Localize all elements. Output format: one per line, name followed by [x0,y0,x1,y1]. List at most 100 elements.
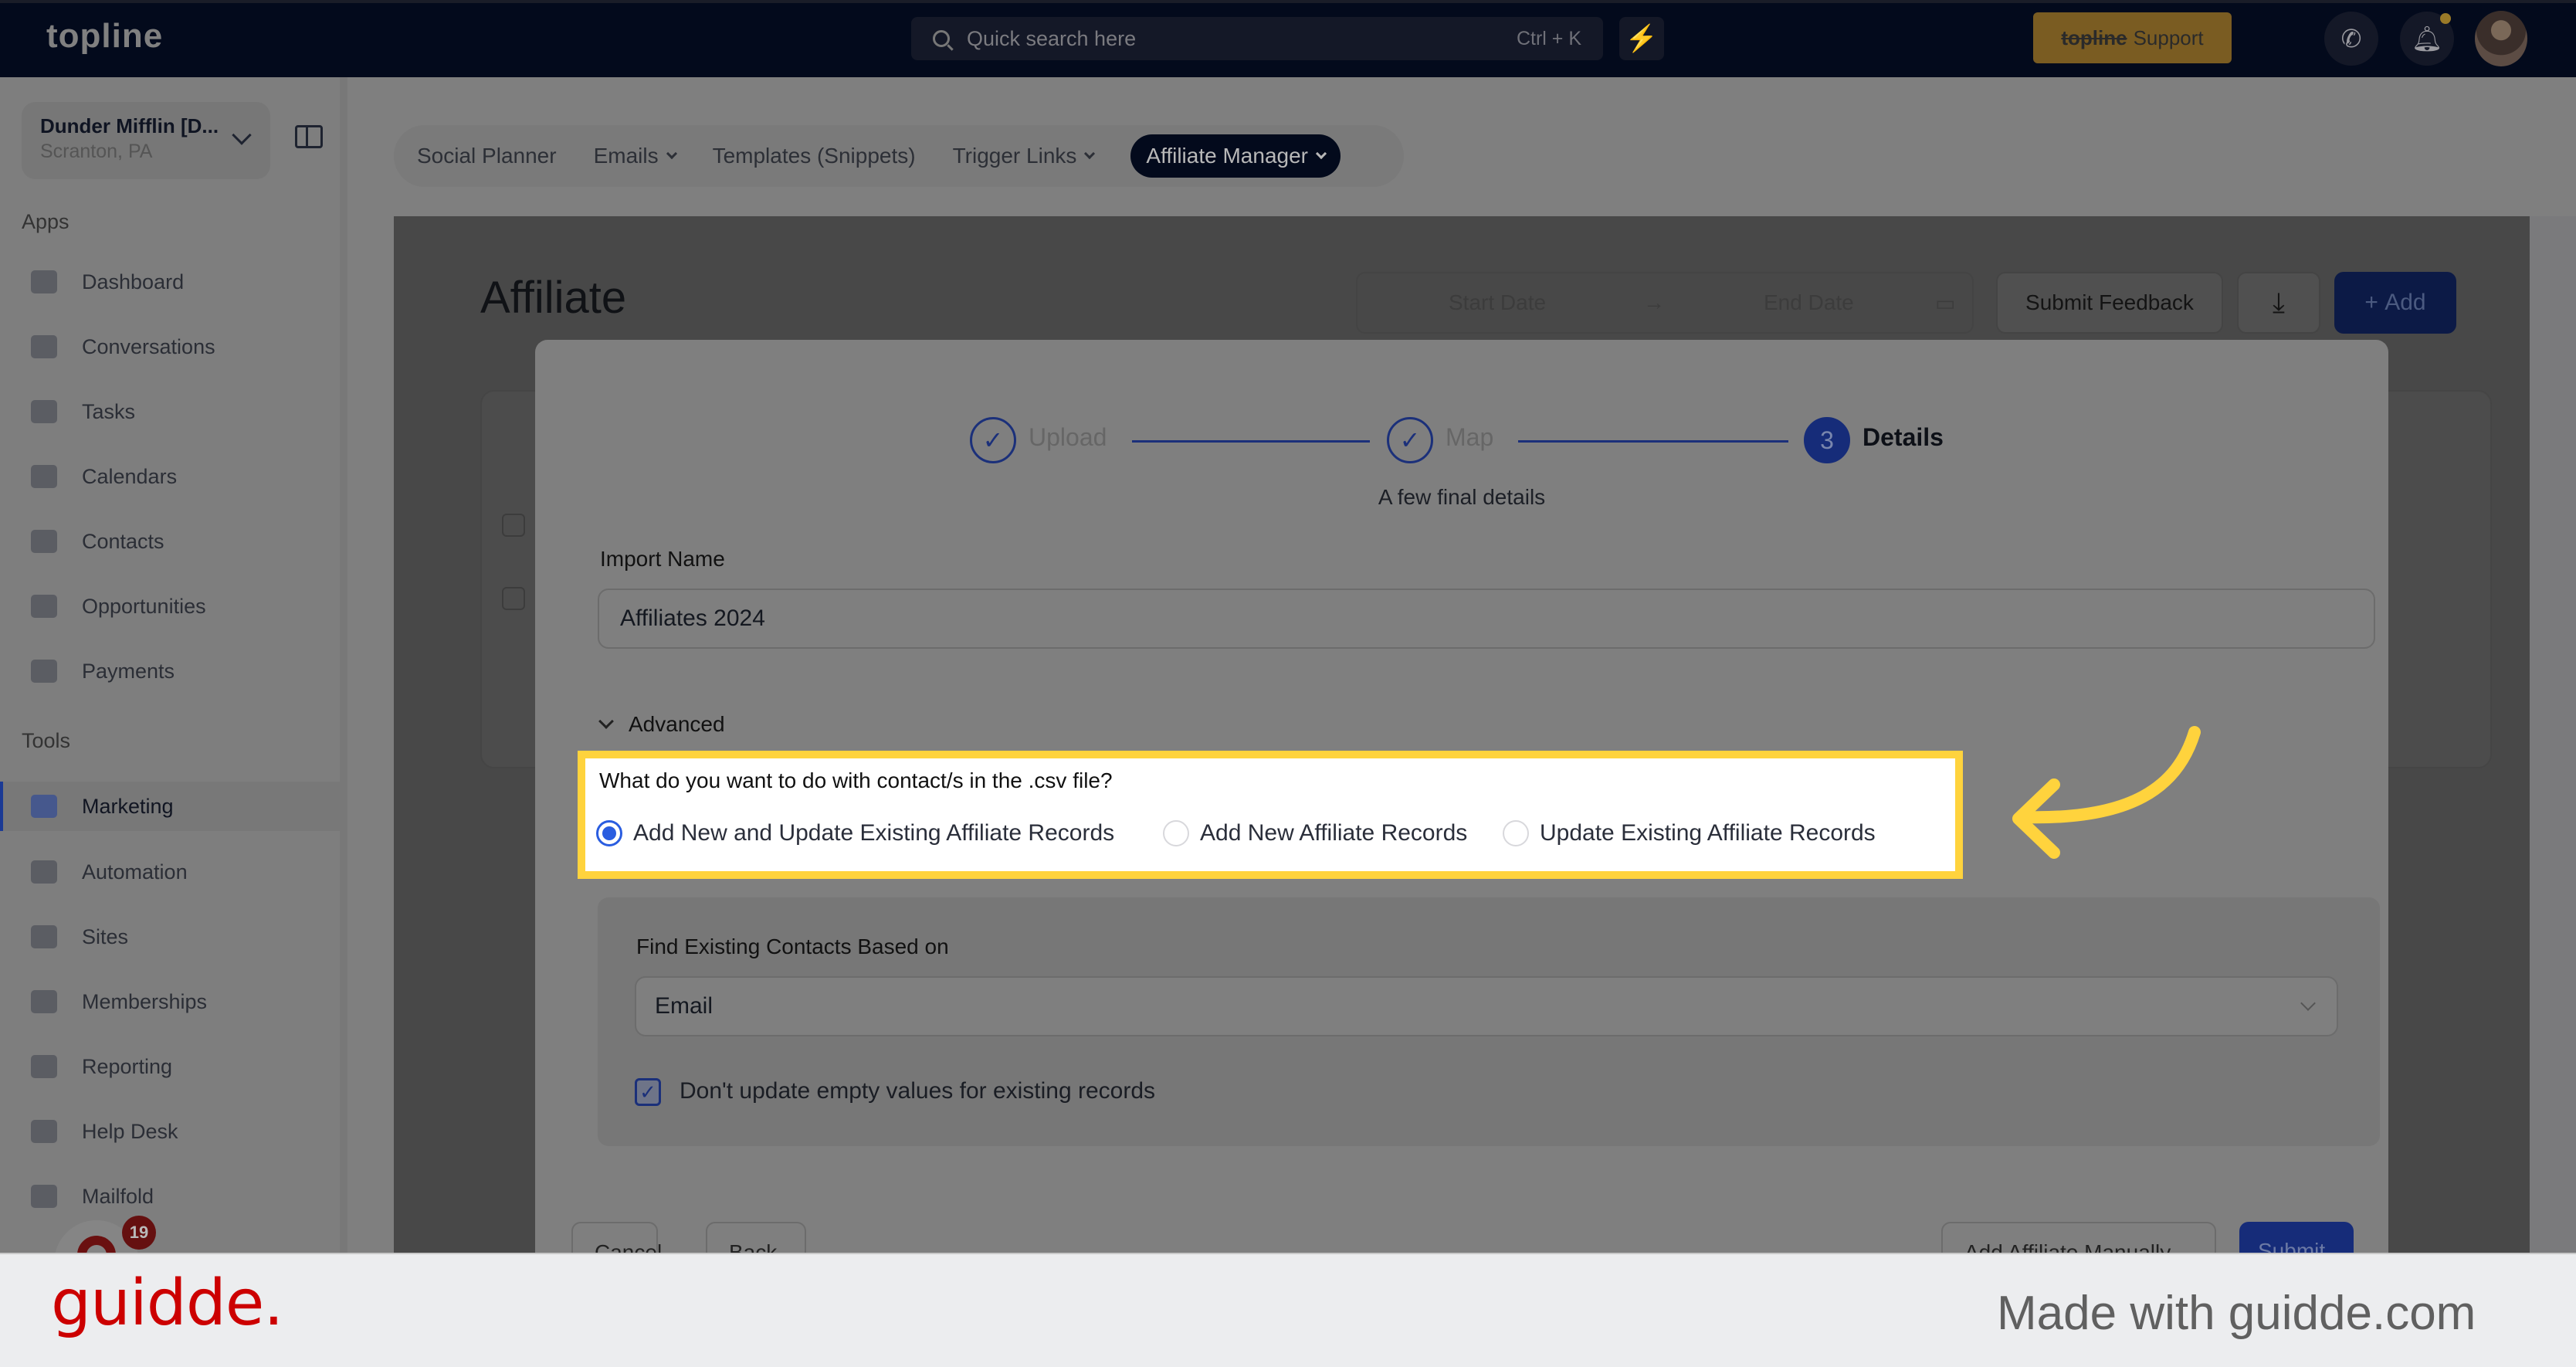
sidebar-item-contacts[interactable]: Contacts [0,517,347,566]
radio-label: Add New Affiliate Records [1200,820,1468,846]
tab-label: Trigger Links [952,144,1077,168]
sidebar-item-automation[interactable]: Automation [0,847,347,897]
megaphone-icon [31,795,57,818]
step-details-number: 3 [1804,417,1850,463]
import-mode-question: What do you want to do with contact/s in… [599,768,1113,792]
sidebar-toggle-icon[interactable] [295,125,323,148]
sidebar-item-payments[interactable]: Payments [0,646,347,696]
end-date-input[interactable]: End Date [1764,290,1854,315]
radio-add-and-update[interactable]: Add New and Update Existing Affiliate Re… [596,820,1114,846]
widget-badge: 19 [122,1216,156,1250]
add-button[interactable]: + Add [2334,272,2456,334]
globe-icon [31,925,57,948]
dont-update-empty-checkbox[interactable]: ✓ [635,1078,661,1106]
find-contacts-label: Find Existing Contacts Based on [636,935,949,958]
tab-label: Emails [593,144,659,168]
radio-label: Update Existing Affiliate Records [1540,820,1876,846]
pie-chart-icon [31,1055,57,1078]
import-name-label: Import Name [600,547,725,571]
tab-affiliate-manager[interactable]: Affiliate Manager [1130,134,1341,178]
chevron-down-icon [232,125,252,145]
find-contacts-select[interactable]: Email [635,976,2338,1036]
step-upload-label: Upload [1029,423,1107,451]
sidebar-item-label: Memberships [82,989,208,1013]
sidebar-item-label: Conversations [82,334,215,358]
active-indicator [0,782,3,831]
sidebar-item-dashboard[interactable]: Dashboard [0,257,347,307]
tools-heading: Tools [22,729,71,752]
sidebar-item-memberships[interactable]: Memberships [0,977,347,1026]
chevron-down-icon [1315,148,1327,160]
sidebar-item-mailfold[interactable]: Mailfold [0,1172,347,1221]
sidebar-item-tasks[interactable]: Tasks [0,387,347,436]
tab-social-planner[interactable]: Social Planner [417,144,557,168]
add-label: Add [2384,290,2426,315]
calendar-icon: ▭ [1935,290,1956,315]
step-connector [1518,440,1788,443]
sidebar-item-sites[interactable]: Sites [0,912,347,962]
account-location: Scranton, PA [40,141,153,162]
modal-subtitle: A few final details [1378,485,1546,509]
select-value: Email [655,993,713,1019]
dont-update-empty-label: Don't update empty values for existing r… [680,1078,1156,1104]
advanced-label: Advanced [629,712,725,736]
annotation-arrow-icon [2012,726,2201,859]
advanced-toggle[interactable]: Advanced [598,712,725,737]
user-icon [31,530,57,553]
chat-icon [31,335,57,358]
support-button[interactable]: topline Support [2033,12,2232,63]
row-checkbox[interactable] [502,514,525,537]
bell-icon[interactable]: 🔔︎ [2400,12,2454,66]
sidebar-item-label: Automation [82,860,188,884]
gears-icon [31,860,57,884]
date-range-picker[interactable]: Start Date → End Date ▭ [1356,272,1974,334]
sidebar-item-label: Dashboard [82,270,185,293]
radio-unselected[interactable] [1503,820,1529,846]
sidebar-item-label: Marketing [82,794,174,818]
search-icon [933,30,950,47]
chevron-down-icon [666,148,677,160]
page-gutter [2530,216,2576,1253]
sidebar-item-conversations[interactable]: Conversations [0,322,347,371]
chevron-down-icon [2300,996,2316,1011]
sidebar-item-marketing[interactable]: Marketing [0,782,347,831]
import-name-input[interactable] [598,589,2375,649]
users-plus-icon [31,990,57,1013]
step-map-label: Map [1446,423,1494,451]
sidebar-item-label: Contacts [82,529,164,553]
sidebar-item-label: Help Desk [82,1119,178,1143]
tab-label: Affiliate Manager [1146,144,1308,168]
card-icon [31,660,57,683]
target-icon [31,595,57,618]
radio-selected[interactable] [596,820,622,846]
row-checkbox[interactable] [502,587,525,610]
radio-unselected[interactable] [1163,820,1189,846]
phone-icon[interactable]: ✆ [2324,12,2378,66]
app-logo[interactable]: topline [46,17,163,56]
start-date-input[interactable]: Start Date [1449,290,1546,315]
radio-label: Add New and Update Existing Affiliate Re… [633,820,1115,846]
tab-trigger-links[interactable]: Trigger Links [952,144,1096,168]
sidebar-item-help-desk[interactable]: Help Desk [0,1107,347,1156]
step-details-label: Details [1863,423,1944,451]
tab-emails[interactable]: Emails [593,144,677,168]
sidebar-item-label: Reporting [82,1054,173,1078]
sidebar-item-reporting[interactable]: Reporting [0,1042,347,1091]
task-icon [31,400,57,423]
arrow-right-icon: → [1643,290,1665,314]
avatar[interactable] [2475,11,2527,66]
chevron-down-icon [1084,148,1096,160]
radio-add-new[interactable]: Add New Affiliate Records [1163,820,1467,846]
support-label: Support [2133,25,2204,49]
sidebar-item-opportunities[interactable]: Opportunities [0,582,347,631]
download-icon[interactable]: ⤓ [2237,272,2320,334]
step-upload-check-icon: ✓ [970,417,1016,463]
submit-feedback-button[interactable]: Submit Feedback [1996,272,2223,334]
quick-search-input[interactable]: Quick search here Ctrl + K [911,17,1603,60]
account-switcher[interactable]: Dunder Mifflin [D... Scranton, PA [22,102,270,179]
lightning-icon[interactable]: ⚡ [1619,17,1664,60]
radio-update-existing[interactable]: Update Existing Affiliate Records [1503,820,1876,846]
tab-templates[interactable]: Templates (Snippets) [713,144,916,168]
plus-icon: + [2364,290,2385,315]
chevron-down-icon [598,714,614,729]
